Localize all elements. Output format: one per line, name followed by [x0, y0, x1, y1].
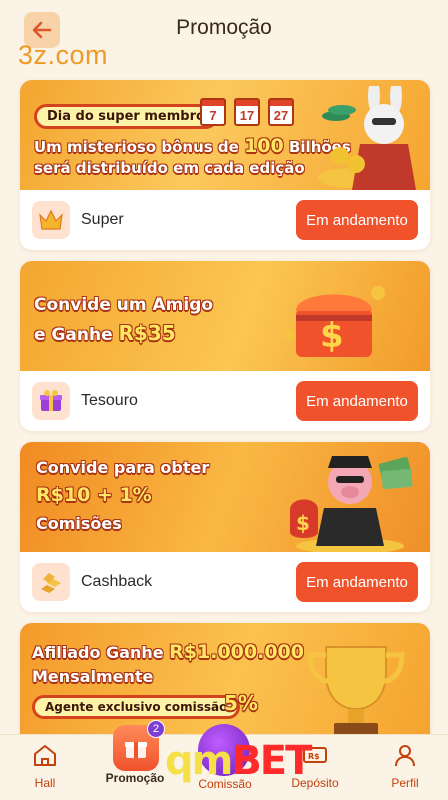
gold-bars-icon [32, 563, 70, 601]
nav-label: Promoção [105, 771, 165, 785]
home-icon [34, 745, 56, 766]
watermark: 3z.com [18, 40, 109, 70]
promo-footer: Cashback Em andamento [32, 562, 418, 602]
notification-badge: 2 [147, 720, 165, 738]
svg-text:$: $ [296, 511, 310, 535]
rabbit-mascot-illustration [318, 86, 416, 190]
gift-icon[interactable]: 2 [113, 720, 165, 771]
promotion-list[interactable]: Dia do super membro 7 17 27 Um misterios… [0, 78, 448, 738]
promo-banner-afiliado[interactable]: Afiliado Ganhe R$1.000.000 Mensalmente A… [20, 623, 430, 738]
treasure-chest-illustration: $ [284, 286, 385, 357]
promo-card-tesouro[interactable]: Convide um Amigo e Ganhe R$35 $ Tesouro … [20, 261, 430, 431]
banner-pill: Agente exclusivo comissão [32, 695, 241, 719]
promo-name: Cashback [81, 573, 153, 590]
page-title: Promoção [176, 16, 272, 39]
calendar-day: 17 [234, 98, 260, 126]
header: Promoção 3z.com [0, 0, 448, 70]
promo-banner-cashback[interactable]: Convide para obter R$10 + 1% Comisões $ [20, 442, 430, 552]
banner-line: será distribuído em cada edição [34, 159, 305, 177]
calendar-day: 7 [200, 98, 226, 126]
nav-perfil[interactable]: Perfil [370, 743, 440, 790]
promo-footer: Tesouro Em andamento [32, 381, 418, 421]
promo-name: Tesouro [81, 392, 138, 409]
banner-percent: 5% [224, 691, 258, 715]
crown-icon [32, 201, 70, 239]
banner-line: Um misterioso bônus de 100 Bilhões [34, 135, 351, 157]
status-button[interactable]: Em andamento [296, 381, 418, 421]
promo-banner-super[interactable]: Dia do super membro 7 17 27 Um misterios… [20, 80, 430, 190]
promo-name: Super [81, 211, 124, 228]
banner-line: Comisões [36, 514, 122, 533]
trophy-illustration [307, 646, 405, 737]
promo-card-cashback[interactable]: Convide para obter R$10 + 1% Comisões $ [20, 442, 430, 612]
banner-line: R$10 + 1% [36, 484, 152, 506]
promo-card-afiliado[interactable]: Afiliado Ganhe R$1.000.000 Mensalmente A… [20, 623, 430, 738]
person-icon [395, 745, 415, 767]
status-button[interactable]: Em andamento [296, 562, 418, 602]
nav-label: Perfil [391, 776, 419, 790]
promo-footer: Super Em andamento [32, 200, 418, 240]
banner-line: Convide um Amigo [34, 295, 214, 315]
promo-card-super[interactable]: Dia do super membro 7 17 27 Um misterios… [20, 80, 430, 250]
svg-text:$: $ [320, 316, 344, 356]
calendar-day: 27 [268, 98, 294, 126]
promo-banner-tesouro[interactable]: Convide um Amigo e Ganhe R$35 $ [20, 261, 430, 371]
banner-line: e Ganhe R$35 [34, 321, 176, 345]
banner-line: Afiliado Ganhe R$1.000.000 [32, 641, 304, 663]
banner-line: Convide para obter [36, 458, 210, 477]
brand-logo: qmBET [165, 738, 312, 784]
pig-mascot-illustration: $ [290, 456, 413, 552]
banner-pill: Dia do super membro [34, 104, 218, 129]
status-button[interactable]: Em andamento [296, 200, 418, 240]
banner-line: Mensalmente [32, 667, 154, 686]
nav-label: Hall [34, 776, 56, 790]
nav-hall[interactable]: Hall [10, 743, 80, 790]
gift-box-icon [32, 382, 70, 420]
